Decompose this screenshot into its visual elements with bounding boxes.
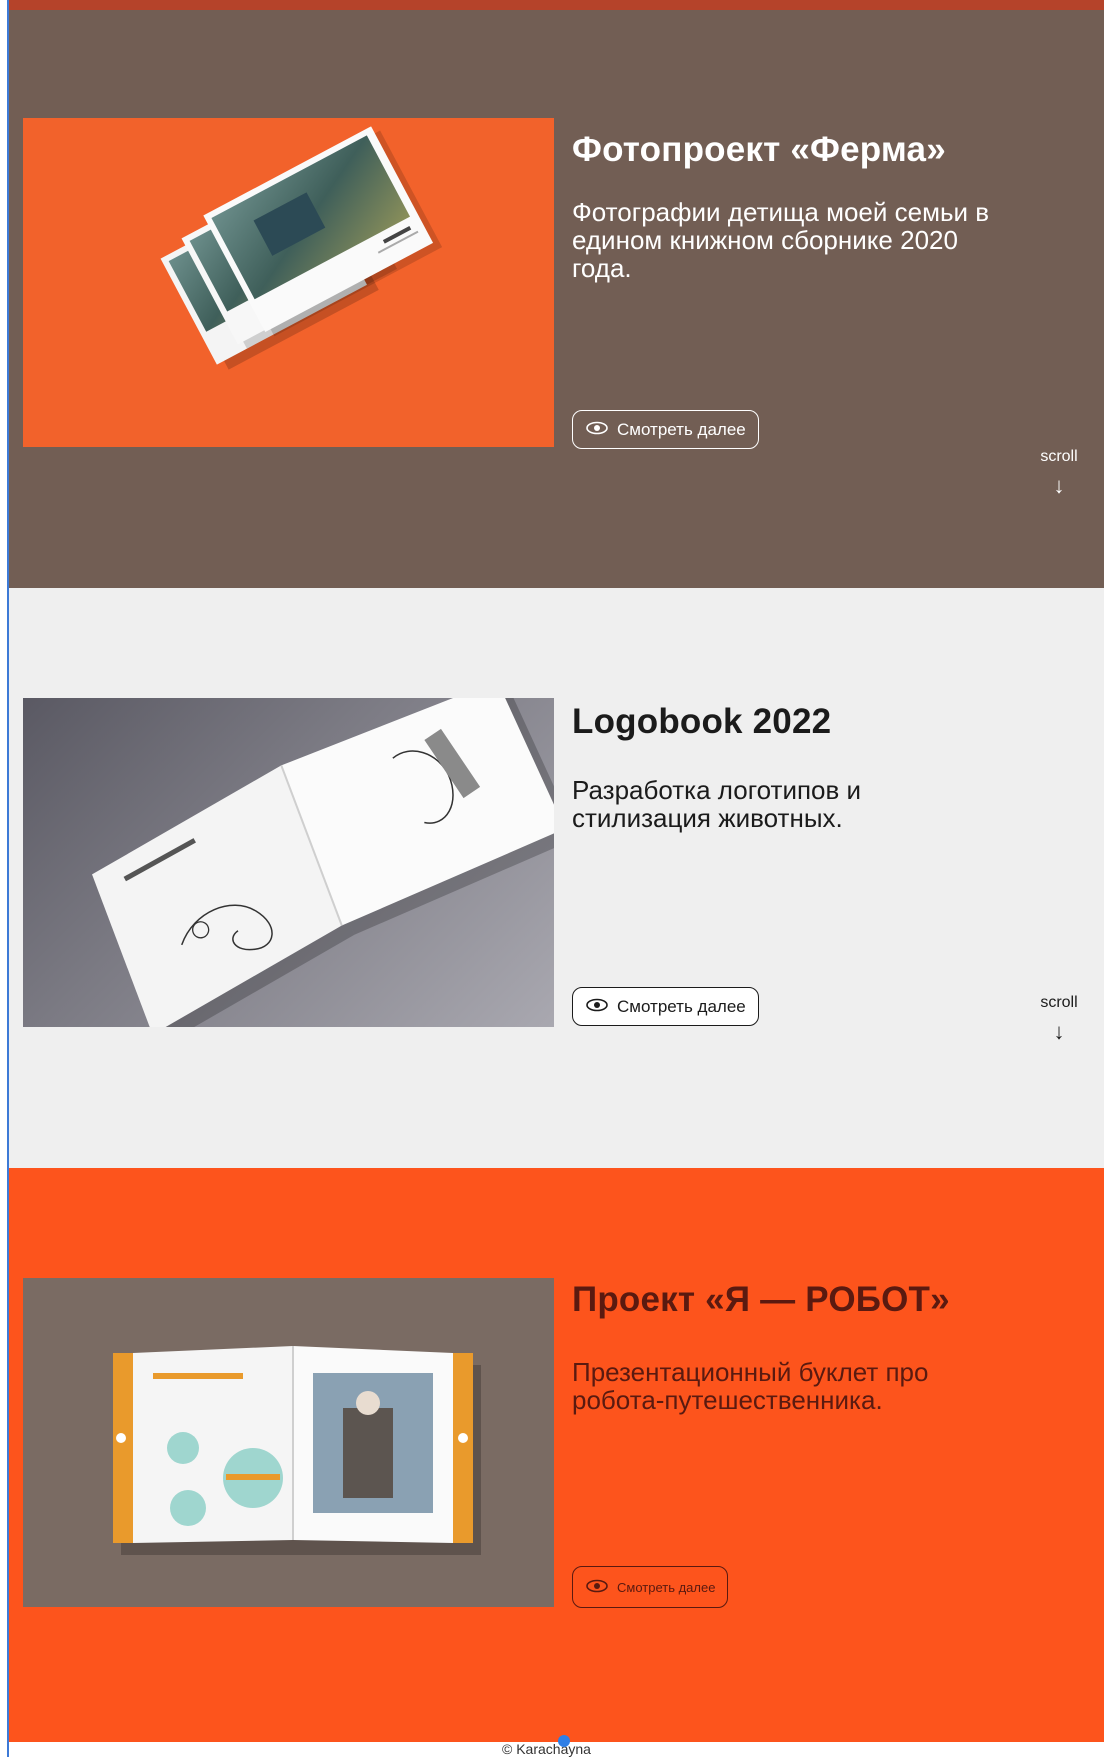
scroll-indicator[interactable]: scroll ↓ xyxy=(1029,994,1089,1044)
page-footer: © Karachayna xyxy=(9,1735,1104,1757)
arrow-down-icon: ↓ xyxy=(1053,1019,1065,1044)
project-logobook-image[interactable] xyxy=(23,698,554,1027)
project-robot-section: Проект «Я — РОБОТ» Презентационный букле… xyxy=(9,1168,1104,1742)
project-description: Презентационный буклет про робота-путеше… xyxy=(572,1357,929,1415)
project-farm-image[interactable] xyxy=(23,118,554,447)
cursor-marker xyxy=(558,1735,570,1747)
view-more-label: Смотреть далее xyxy=(617,419,746,439)
robot-booklet-illustration xyxy=(113,1346,481,1555)
scroll-indicator[interactable]: scroll ↓ xyxy=(1029,448,1089,498)
page-top-border xyxy=(9,0,1104,10)
page-left-border xyxy=(0,0,9,1757)
logobook-illustration xyxy=(92,698,554,1027)
project-title: Logobook 2022 xyxy=(572,702,832,741)
view-more-button[interactable]: Смотреть далее xyxy=(572,987,759,1026)
project-logobook-section: Logobook 2022 Разработка логотипов и сти… xyxy=(9,588,1104,1168)
scroll-label: scroll xyxy=(1040,994,1078,1011)
eye-icon xyxy=(585,420,609,440)
project-description: Разработка логотипов и стилизация животн… xyxy=(572,775,862,833)
eye-icon xyxy=(585,1579,609,1596)
scroll-label: scroll xyxy=(1040,448,1078,465)
view-more-button[interactable]: Смотреть далее xyxy=(572,1566,729,1608)
project-title: Фотопроект «Ферма» xyxy=(572,130,946,169)
view-more-button[interactable]: Смотреть далее xyxy=(572,410,759,449)
project-title: Проект «Я — РОБОТ» xyxy=(572,1280,950,1319)
arrow-down-icon: ↓ xyxy=(1053,473,1065,498)
farm-books-illustration xyxy=(160,126,443,370)
project-description: Фотографии детища моей семьи в едином кн… xyxy=(572,197,990,283)
view-more-label: Смотреть далее xyxy=(617,996,746,1016)
copyright-text: © Karachayna xyxy=(502,1741,591,1757)
project-robot-image[interactable] xyxy=(23,1278,554,1607)
view-more-label: Смотреть далее xyxy=(617,1579,716,1595)
eye-icon xyxy=(585,997,609,1017)
project-farm-section: Фотопроект «Ферма» Фотографии детища мое… xyxy=(9,10,1104,588)
